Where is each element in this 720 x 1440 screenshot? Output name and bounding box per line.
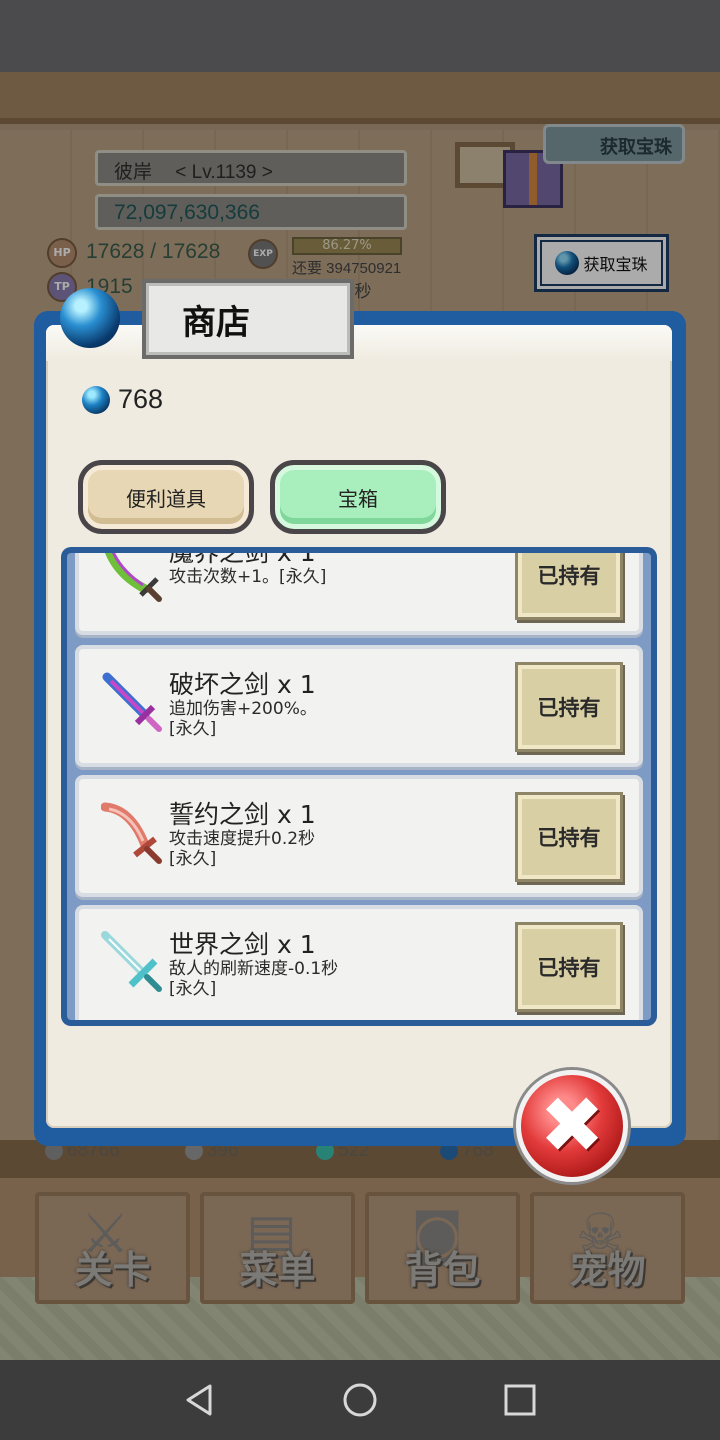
back-icon[interactable] [182, 1382, 218, 1418]
owned-button[interactable]: 已持有 [515, 553, 623, 620]
owned-button-label: 已持有 [537, 696, 601, 720]
oath-sword-icon [101, 802, 162, 864]
item-name: 世界之剑 x 1 [169, 930, 316, 959]
list-item: 世界之剑 x 1 敌人的刷新速度-0.1秒 [永久] 已持有 [75, 905, 643, 1020]
orb-icon [82, 385, 110, 414]
orb-balance-value: 768 [118, 384, 164, 414]
tab-chests[interactable]: 宝箱 [270, 460, 446, 534]
home-icon[interactable] [342, 1382, 378, 1418]
owned-button[interactable]: 已持有 [515, 792, 623, 882]
item-description: 敌人的刷新速度-0.1秒 [永久] [169, 959, 339, 999]
recents-icon[interactable] [502, 1382, 538, 1418]
close-icon: ✖ [539, 1081, 605, 1171]
system-nav-bar [0, 1360, 720, 1440]
item-description: 攻击次数+1。[永久] [169, 567, 327, 587]
owned-button[interactable]: 已持有 [515, 922, 623, 1012]
status-bar [0, 0, 720, 72]
list-item: 魔界之剑 x 1 攻击次数+1。[永久] 已持有 [75, 553, 643, 635]
destruction-sword-icon [102, 672, 162, 732]
item-description: 追加伤害+200%。 [永久] [169, 699, 317, 739]
world-sword-icon [101, 931, 162, 992]
orb-balance: 768 [82, 384, 163, 415]
shop-title-plate: 商店 [142, 279, 354, 359]
shop-title: 商店 [182, 302, 250, 343]
shop-item-list[interactable]: 魔界之剑 x 1 攻击次数+1。[永久] 已持有 破坏之剑 x 1 追加伤害+2… [61, 547, 657, 1026]
tab-chests-label: 宝箱 [338, 486, 378, 511]
owned-button-label: 已持有 [537, 956, 601, 980]
item-name: 誓约之剑 x 1 [169, 800, 316, 829]
list-item: 誓约之剑 x 1 攻击速度提升0.2秒 [永久] 已持有 [75, 775, 643, 897]
close-button[interactable]: ✖ [516, 1070, 628, 1182]
item-description: 攻击速度提升0.2秒 [永久] [169, 829, 316, 869]
shop-item-list-viewport[interactable]: 魔界之剑 x 1 攻击次数+1。[永久] 已持有 破坏之剑 x 1 追加伤害+2… [67, 553, 651, 1020]
orb-icon [60, 288, 120, 348]
demon-sword-icon [104, 553, 162, 602]
owned-button[interactable]: 已持有 [515, 662, 623, 752]
item-name: 破坏之剑 x 1 [169, 670, 316, 699]
owned-button-label: 已持有 [537, 826, 601, 850]
tab-convenience-items[interactable]: 便利道具 [78, 460, 254, 534]
owned-button-label: 已持有 [537, 564, 601, 588]
tab-convenience-items-label: 便利道具 [126, 486, 206, 511]
list-item: 破坏之剑 x 1 追加伤害+200%。 [永久] 已持有 [75, 645, 643, 767]
